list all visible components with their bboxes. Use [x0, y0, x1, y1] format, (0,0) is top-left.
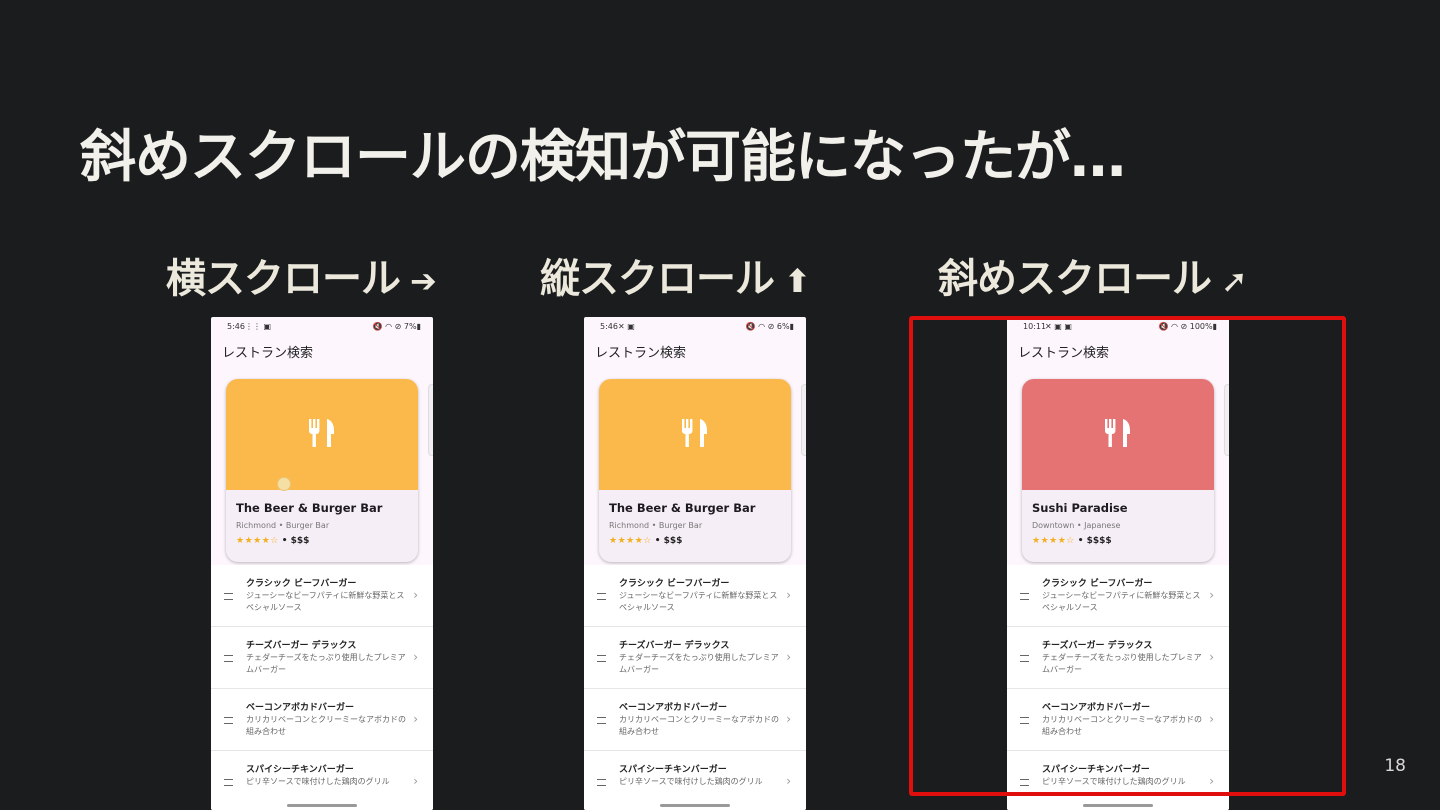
restaurant-subtitle: Richmond • Burger Bar: [236, 521, 330, 530]
menu-list-item[interactable]: チーズバーガー デラックスチェダーチーズをたっぷり使用したプレミアムバーガー ›: [211, 627, 433, 689]
chevron-right-icon: ›: [413, 774, 418, 788]
menu-list-item[interactable]: スパイシーチキンバーガーピリ辛ソースで味付けした鶏肉のグリル ›: [211, 751, 433, 810]
menu-item-description: ピリ辛ソースで味付けした鶏肉のグリル: [246, 777, 390, 786]
phone-screen: 5:46 ⋮⋮ ▣ 🔇 ◠ ⊘ 7%▮ レストラン検索 The Beer & Burge…: [211, 317, 433, 810]
rating: ★★★★☆ • $$$: [609, 536, 682, 546]
menu-list-item[interactable]: スパイシーチキンバーガーピリ辛ソースで味付けした鶏肉のグリル ›: [584, 751, 806, 810]
status-bar: 5:46 ✕ ▣ 🔇 ◠ ⊘ 6%▮: [584, 317, 806, 335]
menu-item-name: クラシック ビーフバーガー: [246, 579, 357, 589]
restaurant-name: The Beer & Burger Bar: [236, 501, 383, 515]
chevron-right-icon: ›: [786, 650, 791, 664]
status-right: 🔇 ◠ ⊘ 7%▮: [372, 322, 421, 331]
label-text: 縦スクロール: [540, 256, 775, 302]
highlight-box: [909, 316, 1346, 796]
status-time: 5:46: [600, 322, 618, 331]
menu-item-name: ベーコンアボカドバーガー: [246, 703, 355, 713]
restaurant-subtitle: Richmond • Burger Bar: [609, 521, 703, 530]
chevron-right-icon: ›: [413, 650, 418, 664]
home-indicator[interactable]: [660, 804, 730, 807]
menu-item-name: ベーコンアボカドバーガー: [619, 703, 728, 713]
menu-item-description: カリカリベーコンとクリーミーなアボカドの組み合わせ: [619, 715, 779, 736]
drag-handle-icon[interactable]: [597, 655, 606, 662]
label-text: 横スクロール: [166, 256, 401, 302]
menu-item-description: カリカリベーコンとクリーミーなアボカドの組み合わせ: [246, 715, 406, 736]
menu-item-name: スパイシーチキンバーガー: [246, 765, 354, 775]
star-rating-icon: ★★★★☆: [236, 536, 279, 546]
drag-handle-icon[interactable]: [224, 593, 233, 600]
chevron-right-icon: ›: [413, 588, 418, 602]
price-level: • $$$: [281, 536, 310, 546]
card-image: [599, 379, 791, 490]
menu-item-description: チェダーチーズをたっぷり使用したプレミアムバーガー: [246, 653, 406, 674]
restaurant-card[interactable]: The Beer & Burger Bar Richmond • Burger B…: [226, 379, 418, 562]
arrow-up-right-icon: ➚: [1221, 262, 1248, 300]
menu-list-item[interactable]: チーズバーガー デラックスチェダーチーズをたっぷり使用したプレミアムバーガー ›: [584, 627, 806, 689]
menu-list-item[interactable]: クラシック ビーフバーガージューシーなビーフパティに新鮮な野菜とスペシャルソース…: [584, 565, 806, 627]
page-number: 18: [1384, 756, 1406, 776]
drag-handle-icon[interactable]: [224, 779, 233, 786]
drag-handle-icon[interactable]: [224, 717, 233, 724]
drag-handle-icon[interactable]: [224, 655, 233, 662]
chevron-right-icon: ›: [786, 588, 791, 602]
rating: ★★★★☆ • $$$: [236, 536, 309, 546]
menu-list-item[interactable]: ベーコンアボカドバーガーカリカリベーコンとクリーミーなアボカドの組み合わせ ›: [211, 689, 433, 751]
status-icons: ⋮⋮ ▣: [245, 322, 272, 331]
menu-item-name: スパイシーチキンバーガー: [619, 765, 727, 775]
status-bar: 5:46 ⋮⋮ ▣ 🔇 ◠ ⊘ 7%▮: [211, 317, 433, 335]
menu-item-description: ピリ辛ソースで味付けした鶏肉のグリル: [619, 777, 763, 786]
next-card-peek[interactable]: [428, 384, 433, 456]
menu-list-item[interactable]: クラシック ビーフバーガージューシーなビーフパティに新鮮な野菜とスペシャルソース…: [211, 565, 433, 627]
label-text: 斜めスクロール: [938, 256, 1212, 302]
app-title: レストラン検索: [222, 346, 314, 361]
label-vertical-scroll: 縦スクロール ⬆: [540, 246, 811, 304]
chevron-right-icon: ›: [413, 712, 418, 726]
restaurant-name: The Beer & Burger Bar: [609, 501, 756, 515]
app-title: レストラン検索: [595, 346, 687, 361]
menu-item-name: チーズバーガー デラックス: [619, 641, 730, 651]
menu-item-name: クラシック ビーフバーガー: [619, 579, 730, 589]
drag-handle-icon[interactable]: [597, 779, 606, 786]
star-rating-icon: ★★★★☆: [609, 536, 652, 546]
restaurant-icon: [306, 417, 338, 449]
menu-list-item[interactable]: ベーコンアボカドバーガーカリカリベーコンとクリーミーなアボカドの組み合わせ ›: [584, 689, 806, 751]
menu-list: クラシック ビーフバーガージューシーなビーフパティに新鮮な野菜とスペシャルソース…: [211, 565, 433, 810]
restaurant-card[interactable]: The Beer & Burger Bar Richmond • Burger B…: [599, 379, 791, 562]
slide-title: 斜めスクロールの検知が可能になったが…: [80, 125, 1126, 190]
price-level: • $$$: [654, 536, 683, 546]
card-image: [226, 379, 418, 491]
phone-screen: 5:46 ✕ ▣ 🔇 ◠ ⊘ 6%▮ レストラン検索 The Beer & Burger…: [584, 317, 806, 810]
drag-handle-icon[interactable]: [597, 717, 606, 724]
home-indicator[interactable]: [1083, 804, 1153, 807]
arrow-right-icon: ➔: [410, 262, 437, 300]
label-horizontal-scroll: 横スクロール ➔: [166, 246, 437, 304]
menu-item-description: ジューシーなビーフパティに新鮮な野菜とスペシャルソース: [619, 591, 778, 612]
status-time: 5:46: [227, 322, 245, 331]
menu-item-description: ジューシーなビーフパティに新鮮な野菜とスペシャルソース: [246, 591, 405, 612]
label-diagonal-scroll: 斜めスクロール ➚: [938, 246, 1248, 304]
menu-list: クラシック ビーフバーガージューシーなビーフパティに新鮮な野菜とスペシャルソース…: [584, 565, 806, 810]
chevron-right-icon: ›: [786, 774, 791, 788]
status-icons: ✕ ▣: [618, 322, 635, 331]
drag-handle-icon[interactable]: [597, 593, 606, 600]
next-card-peek[interactable]: [801, 384, 806, 456]
chevron-right-icon: ›: [786, 712, 791, 726]
home-indicator[interactable]: [287, 804, 357, 807]
restaurant-icon: [679, 417, 711, 449]
arrow-up-icon: ⬆: [784, 262, 811, 300]
touch-indicator: [277, 477, 291, 491]
status-right: 🔇 ◠ ⊘ 6%▮: [745, 322, 794, 331]
menu-item-description: チェダーチーズをたっぷり使用したプレミアムバーガー: [619, 653, 779, 674]
menu-item-name: チーズバーガー デラックス: [246, 641, 357, 651]
